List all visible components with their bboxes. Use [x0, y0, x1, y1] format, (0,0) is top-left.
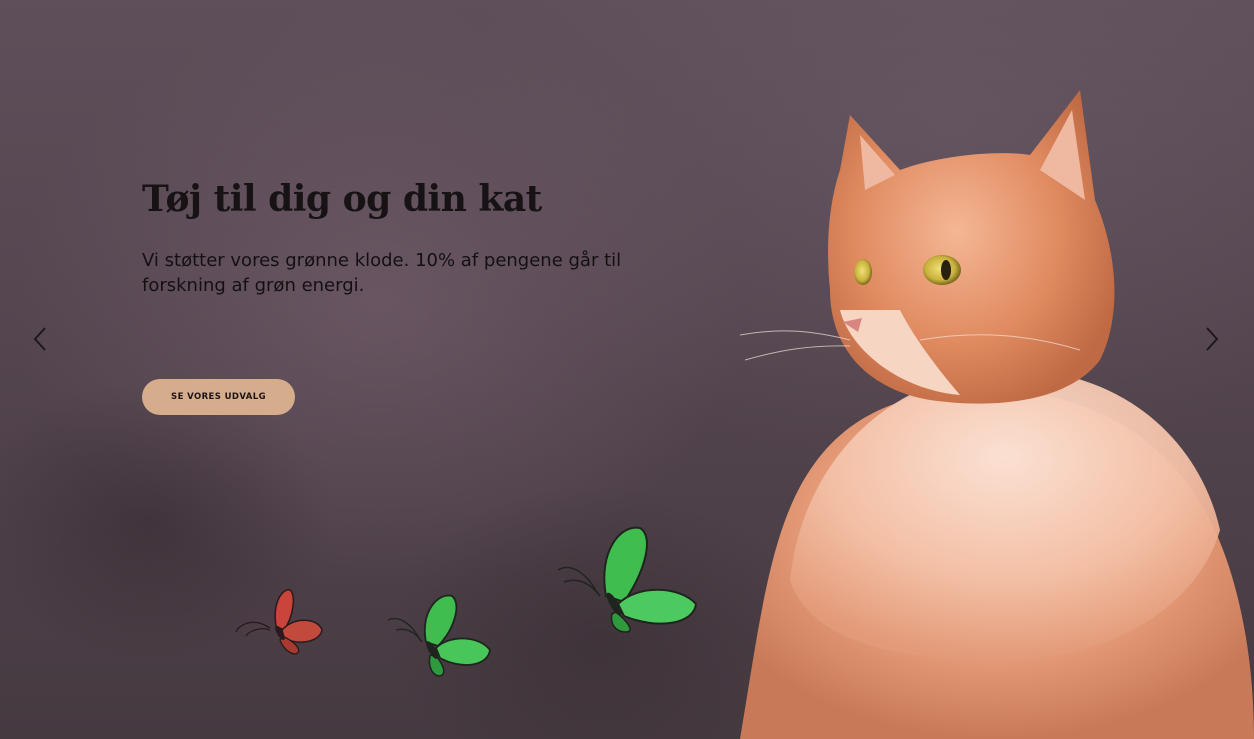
chevron-left-icon	[33, 327, 46, 351]
carousel-prev-button[interactable]	[26, 322, 56, 358]
green-butterfly-small-icon	[387, 594, 491, 677]
green-butterfly-large-icon	[557, 526, 698, 633]
hero-title: Tøj til dig og din kat	[142, 178, 542, 220]
carousel-next-button[interactable]	[1198, 322, 1228, 358]
hero-subtitle: Vi støtter vores grønne klode. 10% af pe…	[142, 250, 622, 296]
cat-image	[739, 90, 1254, 739]
see-selection-button[interactable]: SE VORES UDVALG	[142, 379, 295, 415]
red-butterfly-icon	[235, 589, 323, 655]
chevron-right-icon	[1206, 327, 1219, 351]
